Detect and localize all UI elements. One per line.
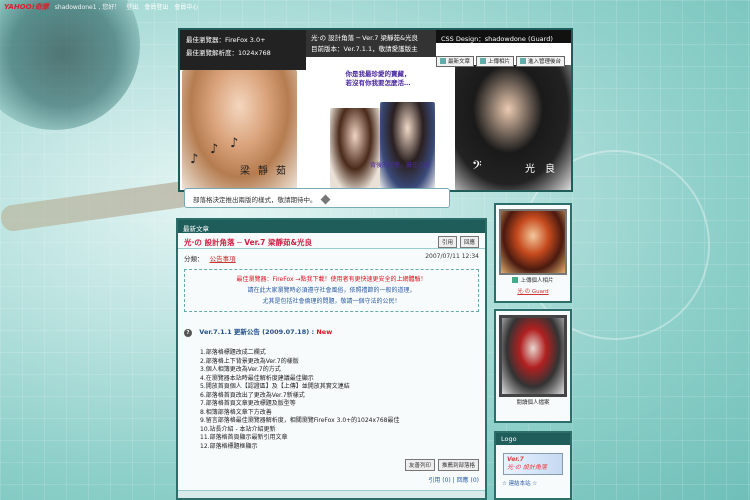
admin-panel-button[interactable]: 進入管理後台: [516, 56, 566, 67]
upload-icon: [512, 277, 519, 283]
list-item: 7.部落格首頁文章更改標題及版型等: [200, 400, 296, 407]
new-badge: New: [316, 328, 333, 336]
photo-icon: [480, 58, 487, 64]
print-button[interactable]: 友善列印: [404, 459, 435, 471]
rules-line-1: 請在此大家瀏覽時必須遵守社會風俗，依照禮節的一般的道理，: [247, 287, 416, 294]
update-title: Ver.7.1.1 更新公告 (2009.07.18): [199, 328, 310, 336]
rules-line-2: 尤其是包括社會倫理的問題，敬請一個守法的公民！: [262, 298, 401, 305]
question-icon: ?: [184, 329, 192, 337]
user-greeting: shadowdone1 , 您好！: [54, 4, 121, 11]
bass-clef-icon: 𝄢: [472, 158, 482, 176]
logo-card-header: Logo: [496, 433, 570, 445]
list-item: 9.留言部落格最佳瀏覽器解析度，相關瀏覽FireFox 3.0+的1024x76…: [200, 417, 400, 424]
list-item: 1.部落格標題改成二欄式: [200, 349, 266, 356]
latest-posts-button[interactable]: 最新文章: [436, 56, 475, 67]
trackback-reply-counts[interactable]: 引用 (0) | 回應 (0): [428, 477, 479, 484]
header-poem-lower: 背後的記憶，藏在心底: [369, 162, 430, 169]
guard-link[interactable]: 光·の Guard: [496, 288, 570, 297]
firefox-notice[interactable]: 最佳瀏覽器：FireFox →點我下載！使用者有更快速更安全的上網體驗！: [191, 274, 472, 285]
list-item: 8.相簿部落格文章下方改善: [200, 408, 272, 416]
logout-link[interactable]: 登出: [126, 2, 138, 11]
blog-title-panel: 光·の 設計角落 ─ Ver.7 梁靜茹&光良 目前版本：Ver.7.1.1，敬…: [306, 30, 436, 57]
settings-icon: [520, 58, 527, 64]
list-item: 4.在瀏覽器本站時最佳解析度建議最佳顯示: [200, 374, 314, 382]
list-item: 3.個人相簿更改為Ver.7的方式: [200, 366, 281, 373]
yahoo-top-bar: YAHOO!奇摩 shadowdone1 , 您好！ 登出 會員登出 會員中心: [0, 0, 750, 13]
yahoo-logo[interactable]: YAHOO!奇摩: [4, 2, 49, 12]
music-note-icon: ♪: [210, 142, 219, 157]
update-list: 1.部落格標題改成二欄式 2.部落格上下背景更改為Ver.7的樣版 3.個人相簿…: [200, 349, 479, 451]
trackback-button[interactable]: 引用: [437, 236, 457, 248]
design-credit: CSS Design：shadowdone (Guard): [436, 30, 571, 43]
actress-photo: [330, 108, 380, 188]
category-label: 分類：: [184, 255, 204, 263]
browser-info-panel: 最佳瀏覽器：FireFox 3.0+ 最佳瀏覽解析度：1024x768: [180, 30, 306, 70]
singer-name-girl: 梁靜茹: [240, 166, 294, 177]
list-item: 10.站長介紹 - 本站介紹更新: [200, 425, 276, 433]
member-logout-link[interactable]: 會員登出: [144, 2, 168, 11]
list-item: 5.開放首頁個人【認證區】及【上傳】並開放其實文連結: [200, 383, 350, 390]
logo-text: 光·の 設計角落: [507, 464, 547, 471]
sidebar-card-logo: Logo Ver.7 光·の 設計角落 ☆ 連結本站 ☆: [494, 431, 572, 500]
blog-title: 光·の 設計角落 ─ Ver.7 梁靜茹&光良: [311, 34, 419, 42]
notice-box: 最佳瀏覽器：FireFox →點我下載！使用者有更快速更安全的上網體驗！ 請在此…: [184, 269, 479, 312]
reply-button[interactable]: 回應: [459, 236, 479, 248]
post-date: 2007/07/11 12:34: [425, 253, 479, 260]
pencil-icon[interactable]: [320, 194, 331, 205]
announcement-text: 部落格決定推出兩版的樣式，敬請期待中。: [193, 196, 317, 204]
read-profile-link[interactable]: 閱讀個人檔案: [496, 399, 570, 408]
article-title[interactable]: 光·の 設計角落 ─ Ver.7 梁靜茹&光良: [184, 238, 312, 247]
article-meta: 分類： 公告事項 2007/07/11 12:34: [178, 249, 485, 263]
profile-doll-image[interactable]: [499, 315, 567, 397]
upload-photo-button[interactable]: 上傳相片: [476, 56, 515, 67]
member-center-link[interactable]: 會員中心: [174, 2, 198, 11]
article-footer-links: 引用 (0) | 回應 (0): [428, 475, 479, 484]
category-link[interactable]: 公告事項: [210, 255, 236, 263]
list-item: 11.部落格首頁顯示最新引用文章: [200, 434, 288, 441]
list-item: 6.部落格首頁改出了更改為Ver.7新樣式: [200, 391, 305, 399]
singer-name-boy: 光良: [525, 164, 565, 175]
browser-recommendation: 最佳瀏覽器：FireFox 3.0+: [186, 36, 266, 44]
blog-header-banner: 最佳瀏覽器：FireFox 3.0+ 最佳瀏覽解析度：1024x768 光·の …: [178, 28, 573, 192]
latest-posts-header: 最新文章: [178, 220, 485, 233]
logo-version: Ver.7: [507, 456, 524, 463]
music-note-icon: ♪: [230, 136, 239, 151]
article-title-buttons: 引用 回應: [437, 236, 479, 248]
announcement-bar: 部落格決定推出兩版的樣式，敬請期待中。: [184, 188, 450, 208]
main-article-panel: 最新文章 光·の 設計角落 ─ Ver.7 梁靜茹&光良 引用 回應 分類： 公…: [176, 218, 487, 500]
header-poem: 你是我最珍愛的寶藏， 若沒有你我要怎麼活…: [345, 70, 411, 87]
article-footer-bar: [178, 490, 485, 498]
blog-logo-banner[interactable]: Ver.7 光·の 設計角落: [503, 453, 563, 475]
music-note-icon: ♪: [190, 152, 199, 167]
actor-photo: [380, 102, 435, 190]
sidebar-card-photo: 上傳個人相片 光·の Guard: [494, 203, 572, 303]
current-version: 目前版本：Ver.7.1.1，敬請愛護版主: [311, 45, 418, 53]
article-footer-buttons: 友善列印 推薦到部落格: [404, 459, 479, 471]
header-button-group: 最新文章 上傳相片 進入管理後台: [436, 56, 566, 67]
upload-photo-link[interactable]: 上傳個人相片: [496, 277, 570, 286]
sidebar-card-profile: 閱讀個人檔案: [494, 309, 572, 423]
profile-anime-image[interactable]: [499, 209, 567, 275]
link-to-site[interactable]: ☆ 連結本站 ☆: [502, 479, 570, 487]
resolution-recommendation: 最佳瀏覽解析度：1024x768: [186, 49, 271, 57]
article-title-row: 光·の 設計角落 ─ Ver.7 梁靜茹&光良 引用 回應: [178, 233, 485, 249]
recommend-button[interactable]: 推薦到部落格: [437, 459, 479, 471]
update-notice-heading: ? Ver.7.1.1 更新公告 (2009.07.18) : New: [184, 326, 479, 337]
post-icon: [440, 58, 446, 64]
list-item: 12.部落格標題框顯示: [200, 442, 258, 450]
list-item: 2.部落格上下背景更改為Ver.7的樣版: [200, 357, 299, 365]
